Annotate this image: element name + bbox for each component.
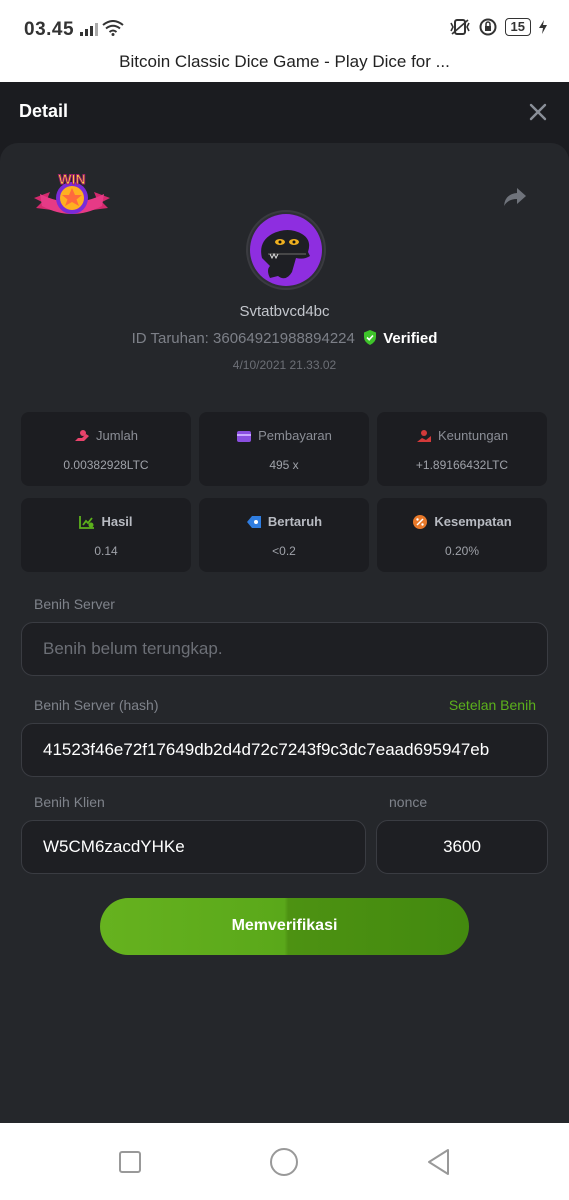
server-seed-hash-label: Benih Server (hash)	[34, 697, 159, 713]
bet-id-row: ID Taruhan: 36064921988894224 Verified	[0, 330, 569, 347]
home-button[interactable]	[269, 1147, 299, 1177]
signal-wifi-icons	[80, 20, 124, 36]
status-time: 03.45	[24, 19, 75, 40]
battery-level: 15	[504, 18, 531, 36]
chart-check-icon	[79, 515, 95, 529]
server-seed-placeholder: Benih belum terungkap.	[43, 639, 223, 658]
nonce-field[interactable]: 3600	[376, 820, 548, 874]
stat-card-chance: Kesempatan 0.20%	[377, 498, 547, 572]
stat-card-bet: Bertaruh <0.2	[199, 498, 369, 572]
stat-card-result: Hasil 0.14	[21, 498, 191, 572]
stat-value: +1.89166432LTC	[415, 458, 509, 472]
bet-id-label: ID Taruhan:	[131, 330, 209, 347]
stat-value: 0.20%	[444, 544, 480, 558]
vibrate-icon	[449, 19, 470, 35]
status-right-icons: 15	[449, 18, 547, 36]
stat-value: <0.2	[272, 544, 296, 558]
client-seed-field[interactable]: W5CM6zacdYHKe	[21, 820, 366, 874]
avatar	[246, 210, 326, 290]
dialog-title: Detail	[19, 101, 69, 121]
stat-value: 0.14	[94, 544, 118, 558]
seed-settings-link[interactable]: Setelan Benih	[449, 697, 536, 713]
wallet-icon	[237, 430, 252, 442]
close-icon	[529, 103, 547, 121]
stat-card-payout: Pembayaran 495 x	[199, 412, 369, 486]
server-seed-label: Benih Server	[34, 596, 115, 612]
verify-button-label: Memverifikasi	[231, 917, 338, 934]
stat-label: Hasil	[101, 514, 133, 529]
nonce-value: 3600	[443, 837, 481, 856]
tag-icon	[246, 515, 261, 528]
crocodile-avatar-icon	[250, 214, 322, 286]
browser-page-title: Bitcoin Classic Dice Game - Play Dice fo…	[119, 52, 450, 71]
stat-card-amount: Jumlah 0.00382928LTC	[21, 412, 191, 486]
signal-icon	[80, 23, 98, 36]
stat-label: Jumlah	[96, 428, 138, 443]
verified-shield-icon	[364, 330, 377, 345]
percent-icon	[413, 514, 428, 529]
stat-label: Keuntungan	[437, 428, 509, 443]
status-bar: 03.45 15 Bitcoin Classic Dice Game - Pla…	[0, 0, 569, 82]
stat-label: Kesempatan	[434, 514, 512, 529]
verified-label: Verified	[383, 330, 438, 347]
stat-label: Pembayaran	[258, 428, 332, 443]
recent-apps-button[interactable]	[115, 1147, 145, 1177]
nonce-label: nonce	[389, 794, 428, 810]
system-nav-bar	[0, 1123, 569, 1200]
share-icon[interactable]	[503, 186, 527, 208]
data-saver-icon	[479, 18, 497, 36]
bet-id-value: 36064921988894224	[213, 330, 355, 347]
close-button[interactable]	[525, 99, 551, 125]
coins-icon	[75, 429, 90, 441]
client-seed-value: W5CM6zacdYHKe	[43, 837, 185, 856]
stat-value: 0.00382928LTC	[63, 458, 149, 472]
win-badge-text: WIN	[58, 171, 85, 187]
win-badge-icon: WIN	[34, 171, 110, 214]
bet-datetime: 4/10/2021 21.33.02	[232, 358, 337, 372]
dialog-header: Detail	[0, 82, 569, 142]
back-button[interactable]	[424, 1147, 454, 1177]
stat-value: 495 x	[269, 458, 299, 472]
server-seed-field[interactable]: Benih belum terungkap.	[21, 622, 548, 676]
profit-icon	[416, 429, 431, 442]
verify-button[interactable]: Memverifikasi	[100, 898, 469, 955]
wifi-icon	[102, 20, 124, 36]
stat-label: Bertaruh	[267, 514, 323, 529]
server-seed-hash-value: 41523f46e72f17649db2d4d72c7243f9c3dc7eaa…	[43, 740, 490, 759]
client-seed-label: Benih Klien	[34, 794, 105, 810]
charging-icon	[539, 20, 547, 34]
username: Svtatbvcd4bc	[239, 303, 330, 320]
server-seed-hash-field[interactable]: 41523f46e72f17649db2d4d72c7243f9c3dc7eaa…	[21, 723, 548, 777]
stat-card-profit: Keuntungan +1.89166432LTC	[377, 412, 547, 486]
